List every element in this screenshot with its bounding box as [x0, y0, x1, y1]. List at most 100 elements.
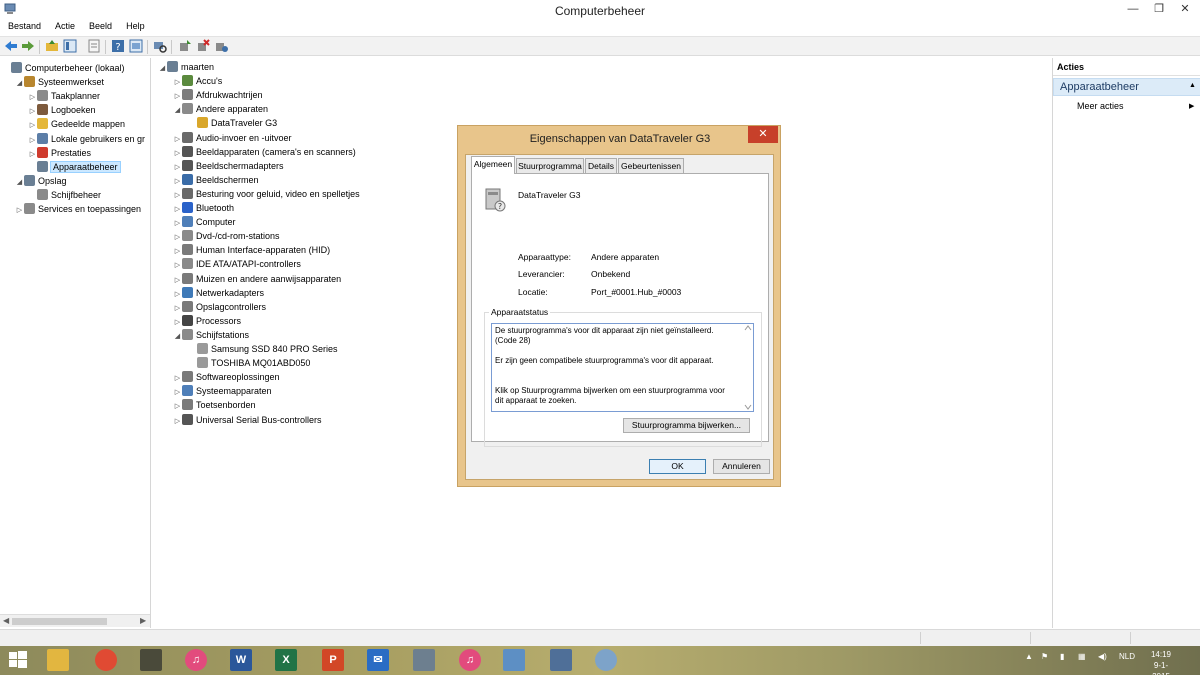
battery-icon[interactable]: ▮	[1060, 652, 1064, 661]
device-tree-item[interactable]: ▷ Afdrukwachtrijen	[173, 88, 263, 102]
chrome-icon[interactable]	[95, 649, 117, 671]
device-tree-item[interactable]: ◢ Andere apparaten	[173, 102, 268, 116]
update-driver-button[interactable]: Stuurprogramma bijwerken...	[623, 418, 750, 433]
uninstall-device-icon[interactable]	[196, 39, 210, 53]
view-icon[interactable]	[129, 39, 143, 53]
itunes-icon[interactable]: ♫	[185, 649, 207, 671]
console-tree-item[interactable]: Apparaatbeheer	[28, 160, 121, 174]
show-hide-tree-icon[interactable]	[63, 39, 77, 53]
flag-icon[interactable]: ⚑	[1041, 652, 1048, 661]
properties-sheet-icon[interactable]	[87, 39, 101, 53]
device-tree-item[interactable]: ▷ Computer	[173, 215, 236, 229]
device-tree-item[interactable]: ▷ Muizen en andere aanwijsapparaten	[173, 272, 341, 286]
menu-actie[interactable]: Actie	[47, 19, 81, 31]
device-tree-item[interactable]: ▷ Beeldapparaten (camera's en scanners)	[173, 145, 356, 159]
forward-arrow-icon[interactable]	[21, 39, 35, 53]
scroll-right-icon[interactable]: ▶	[140, 616, 146, 625]
expand-arrow-icon[interactable]: ▷	[173, 415, 182, 429]
cancel-button[interactable]: Annuleren	[713, 459, 770, 474]
horizontal-scrollbar[interactable]: ◀ ▶	[0, 614, 150, 627]
expand-arrow-icon[interactable]: ▷	[15, 204, 24, 218]
device-tree-item[interactable]: ▷ Beeldschermen	[173, 173, 259, 187]
menu-help[interactable]: Help	[118, 19, 151, 31]
minimize-button[interactable]: —	[1120, 0, 1146, 18]
device-tree-item[interactable]: ▷ Toetsenborden	[173, 398, 256, 412]
word-icon[interactable]: W	[230, 649, 252, 671]
console-tree-item[interactable]: Computerbeheer (lokaal)	[2, 61, 125, 75]
device-tree-item[interactable]: DataTraveler G3	[188, 116, 277, 130]
windows-start-icon[interactable]	[6, 649, 30, 671]
collapse-arrow-icon[interactable]: ◢	[15, 176, 24, 190]
tab-gebeurtenissen[interactable]: Gebeurtenissen	[618, 158, 684, 173]
excel-icon[interactable]: X	[275, 649, 297, 671]
console-tree-item[interactable]: ▷ Prestaties	[28, 146, 91, 160]
dialog-close-button[interactable]: ✕	[748, 126, 778, 143]
restore-button[interactable]: ❐	[1146, 0, 1172, 18]
clock[interactable]: 14:19 9-1-2015	[1146, 649, 1176, 675]
console-tree-item[interactable]: ◢ Opslag	[15, 174, 67, 188]
update-driver-icon[interactable]	[178, 39, 192, 53]
network-icon[interactable]: ▦	[1078, 652, 1086, 661]
device-tree-item[interactable]: ◢ Schijfstations	[173, 328, 249, 342]
remote-desktop-icon[interactable]	[503, 649, 525, 671]
status-scrollbar[interactable]	[743, 324, 753, 411]
device-tree-item[interactable]: TOSHIBA MQ01ABD050	[188, 356, 310, 370]
back-arrow-icon[interactable]	[4, 39, 18, 53]
actions-section-apparaatbeheer[interactable]: Apparaatbeheer	[1053, 78, 1200, 96]
device-tree-item[interactable]: ▷ Processors	[173, 314, 241, 328]
more-actions-item[interactable]: Meer acties	[1077, 101, 1124, 111]
device-tree-item[interactable]: ▷ Universal Serial Bus-controllers	[173, 413, 322, 427]
app-icon[interactable]	[140, 649, 162, 671]
console-tree-item[interactable]: ▷ Services en toepassingen	[15, 202, 141, 216]
file-explorer-icon[interactable]	[47, 649, 69, 671]
scroll-left-icon[interactable]: ◀	[3, 616, 9, 625]
device-tree-item[interactable]: ▷ Audio-invoer en -uitvoer	[173, 131, 292, 145]
device-tree-item[interactable]: ▷ Human Interface-apparaten (HID)	[173, 243, 330, 257]
scan-hardware-icon[interactable]	[153, 39, 167, 53]
menu-beeld[interactable]: Beeld	[81, 19, 118, 31]
console-tree-item[interactable]: Schijfbeheer	[28, 188, 101, 202]
device-tree-item[interactable]: ◢ maarten	[158, 60, 214, 74]
collapse-arrow-icon[interactable]: ▲	[1189, 82, 1196, 89]
device-tree-item[interactable]: ▷ Besturing voor geluid, video en spellet…	[173, 187, 360, 201]
console-tree-item[interactable]: ▷ Lokale gebruikers en gr	[28, 132, 145, 146]
collapse-arrow-icon[interactable]: ◢	[15, 77, 24, 91]
up-folder-icon[interactable]	[45, 39, 59, 53]
tab-details[interactable]: Details	[585, 158, 617, 173]
console-tree-item[interactable]: ▷ Gedeelde mappen	[28, 117, 125, 131]
computer-management-taskbar-icon[interactable]	[550, 649, 572, 671]
powerpoint-icon[interactable]: P	[322, 649, 344, 671]
tab-stuurprogramma[interactable]: Stuurprogramma	[516, 158, 584, 173]
device-tree-item[interactable]: Samsung SSD 840 PRO Series	[188, 342, 338, 356]
device-tree-item[interactable]: ▷ Softwareoplossingen	[173, 370, 280, 384]
outlook-icon[interactable]: ✉	[367, 649, 389, 671]
collapse-arrow-icon[interactable]: ◢	[173, 330, 182, 344]
volume-icon[interactable]: ◀)	[1098, 652, 1107, 661]
console-tree-item[interactable]: ▷ Taakplanner	[28, 89, 100, 103]
device-tree-item[interactable]: ▷ Bluetooth	[173, 201, 234, 215]
device-tree-item[interactable]: ▷ Dvd-/cd-rom-stations	[173, 229, 280, 243]
calculator-icon[interactable]	[413, 649, 435, 671]
device-tree-item[interactable]: ▷ Systeemapparaten	[173, 384, 272, 398]
collapse-arrow-icon[interactable]: ◢	[158, 62, 167, 76]
device-tree-item[interactable]: ▷ Netwerkadapters	[173, 286, 264, 300]
device-tree-item[interactable]: ▷ Opslagcontrollers	[173, 300, 266, 314]
music-icon[interactable]: ♫	[459, 649, 481, 671]
device-tree-item[interactable]: ▷ Accu's	[173, 74, 222, 88]
close-button[interactable]: ✕	[1172, 0, 1198, 18]
help-icon[interactable]: ?	[111, 39, 125, 53]
scroll-thumb[interactable]	[12, 618, 107, 625]
paint-icon[interactable]	[595, 649, 617, 671]
collapse-arrow-icon[interactable]: ◢	[173, 104, 182, 118]
ok-button[interactable]: OK	[649, 459, 706, 474]
device-tree-item[interactable]: ▷ Beeldschermadapters	[173, 159, 284, 173]
console-tree-item[interactable]: ◢ Systeemwerkset	[15, 75, 104, 89]
tray-chevron-icon[interactable]: ▲	[1025, 652, 1033, 661]
menu-bestand[interactable]: Bestand	[0, 19, 47, 31]
enable-device-icon[interactable]	[214, 39, 228, 53]
device-tree-item[interactable]: ▷ IDE ATA/ATAPI-controllers	[173, 257, 301, 271]
console-tree-item[interactable]: ▷ Logboeken	[28, 103, 96, 117]
device-status-textbox[interactable]: De stuurprogramma's voor dit apparaat zi…	[491, 323, 754, 412]
language-indicator[interactable]: NLD	[1119, 652, 1135, 661]
tab-algemeen[interactable]: Algemeen	[471, 156, 515, 174]
